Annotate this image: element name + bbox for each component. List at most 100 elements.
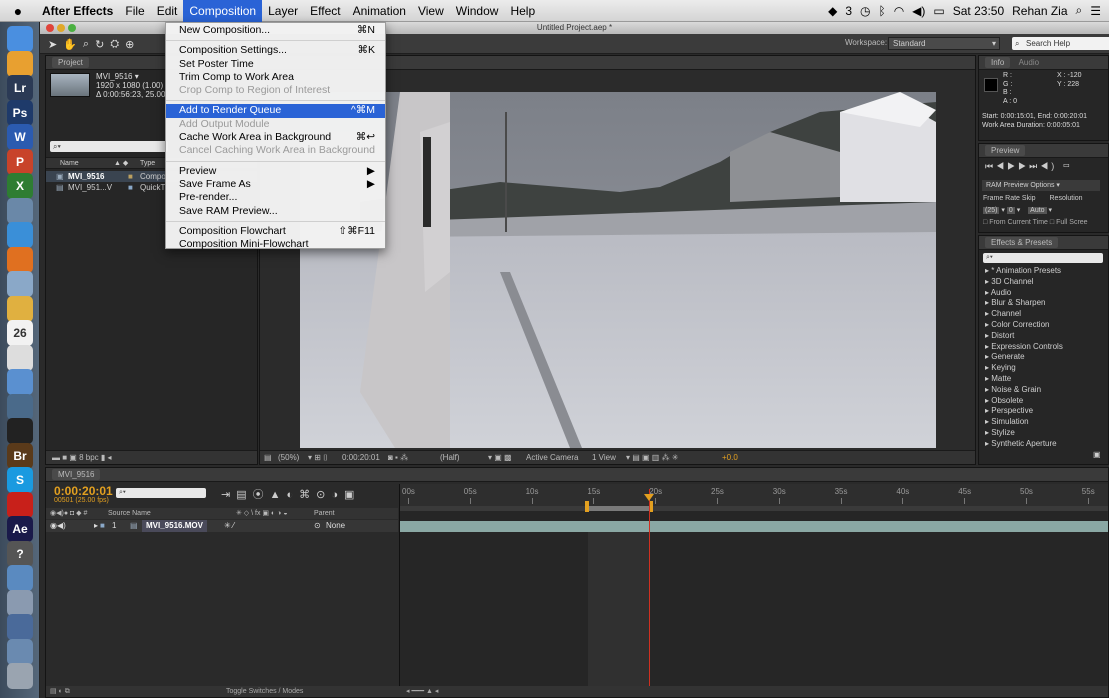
comp-name[interactable]: MVI_9516 ▾ bbox=[96, 72, 165, 81]
battery-icon[interactable]: ▭ bbox=[933, 4, 944, 18]
menu-item-set-poster-time[interactable]: Set Poster Time bbox=[166, 58, 385, 71]
menu-item-preview[interactable]: Preview ▶ bbox=[166, 165, 385, 178]
notes-icon[interactable] bbox=[7, 295, 33, 322]
effects-category[interactable]: ▸ Synthetic Aperture bbox=[979, 439, 1107, 450]
pan-tool-icon[interactable]: ⊕ bbox=[125, 38, 134, 51]
notification-icon[interactable]: ☰ bbox=[1090, 4, 1101, 18]
layer-name[interactable]: MVI_9516.MOV bbox=[142, 520, 207, 532]
photo-icon[interactable] bbox=[7, 50, 33, 77]
camera-select[interactable]: Active Camera bbox=[526, 451, 578, 465]
status-icon[interactable]: ◆ bbox=[828, 4, 837, 18]
finder-icon[interactable] bbox=[7, 26, 33, 52]
bridge-icon[interactable]: Br bbox=[7, 442, 33, 469]
menu-animation[interactable]: Animation bbox=[347, 0, 412, 22]
menu-layer[interactable]: Layer bbox=[262, 0, 304, 22]
parent-select[interactable]: None bbox=[326, 520, 345, 532]
sort-icon[interactable]: ▲ ◆ bbox=[114, 158, 128, 169]
bluetooth-icon[interactable]: ᛒ bbox=[878, 4, 885, 18]
always-preview-icon[interactable]: ▤ bbox=[264, 451, 272, 465]
effects-tab[interactable]: Effects & Presets bbox=[979, 236, 1108, 250]
resolution-select[interactable]: Auto bbox=[1028, 207, 1047, 214]
effects-category[interactable]: ▸ * Animation Presets bbox=[979, 266, 1107, 277]
effects-category[interactable]: ▸ Audio bbox=[979, 288, 1107, 299]
grid-icon[interactable]: ▾ ⊞ ⌷ bbox=[308, 451, 328, 465]
column-type[interactable]: Type bbox=[140, 158, 155, 169]
hand-tool-icon[interactable]: ✋ bbox=[63, 38, 77, 51]
zoom-tool-icon[interactable]: ⌕ bbox=[83, 38, 89, 51]
layer-duration-bar[interactable] bbox=[400, 521, 1108, 532]
playback-controls[interactable]: ⏮◀▶▶⏭◀) ▭ bbox=[985, 161, 1073, 172]
menu-edit[interactable]: Edit bbox=[151, 0, 184, 22]
column-parent[interactable]: Parent bbox=[314, 508, 335, 519]
trash-icon[interactable]: ▮ ◂ bbox=[101, 453, 112, 462]
timeline-tracks[interactable]: 00s 05s 10s 15s 20s 25s 30s 35s 40s 45s 50s 55s bbox=[399, 484, 1108, 696]
effects-category[interactable]: ▸ Stylize bbox=[979, 428, 1107, 439]
menu-item-save-ram-preview[interactable]: Save RAM Preview... bbox=[166, 205, 385, 218]
effects-category[interactable]: ▸ Perspective bbox=[979, 406, 1107, 417]
layer-switch-icons[interactable]: ✳ ◇ \ fx ▣ ◐ ◑ ◒ bbox=[236, 508, 288, 519]
video-frame[interactable] bbox=[300, 92, 936, 448]
exposure-value[interactable]: +0.0 bbox=[722, 451, 738, 465]
work-area-bar[interactable] bbox=[588, 506, 650, 511]
rotate-tool-icon[interactable]: ↻ bbox=[95, 38, 104, 51]
tab-info[interactable]: Info bbox=[985, 57, 1011, 68]
apps-icon[interactable] bbox=[7, 614, 33, 640]
frame-rate-select[interactable]: (25) bbox=[983, 207, 1000, 214]
menu-view[interactable]: View bbox=[412, 0, 450, 22]
excel-icon[interactable]: X bbox=[7, 173, 33, 199]
minimize-window-icon[interactable] bbox=[57, 24, 65, 32]
effects-category[interactable]: ▸ Distort bbox=[979, 331, 1107, 342]
preview-tab[interactable]: Preview bbox=[979, 144, 1108, 158]
mail-icon[interactable] bbox=[7, 271, 33, 297]
playhead-handle[interactable] bbox=[644, 494, 654, 501]
apple-icon[interactable]: ● bbox=[0, 3, 36, 19]
word-icon[interactable]: W bbox=[7, 124, 33, 150]
visibility-icon[interactable]: ◉◀) bbox=[50, 520, 66, 532]
effects-category[interactable]: ▸ Expression Controls bbox=[979, 342, 1107, 353]
selection-tool-icon[interactable]: ➤ bbox=[48, 38, 57, 51]
documents-icon[interactable] bbox=[7, 589, 33, 616]
av-switch-icons[interactable]: ◉◀)● ◘ ◆ # bbox=[50, 508, 87, 519]
zoom-slider[interactable]: ◂ ━━━ ▲ ◂ bbox=[406, 686, 438, 697]
project-search-input[interactable]: ⌕▾ bbox=[50, 141, 168, 152]
trash-icon[interactable] bbox=[7, 663, 33, 689]
full-screen-checkbox[interactable]: □ Full Scree bbox=[1050, 219, 1088, 226]
app-menu[interactable]: After Effects bbox=[36, 0, 119, 22]
image-capture-icon[interactable] bbox=[7, 393, 33, 420]
zoom-window-icon[interactable] bbox=[68, 24, 76, 32]
menu-composition[interactable]: Composition bbox=[183, 0, 263, 22]
finder2-icon[interactable] bbox=[7, 369, 33, 395]
timeline-timecode[interactable]: 0:00:20:01 bbox=[54, 484, 113, 498]
volume-icon[interactable]: ◀) bbox=[912, 4, 925, 18]
downloads-icon[interactable] bbox=[7, 565, 33, 591]
effects-category[interactable]: ▸ Matte bbox=[979, 374, 1107, 385]
menu-window[interactable]: Window bbox=[450, 0, 505, 22]
clock[interactable]: Sat 23:50 bbox=[953, 4, 1004, 18]
calendar-icon[interactable]: 26 bbox=[7, 320, 33, 346]
skype-icon[interactable]: S bbox=[7, 467, 33, 493]
help-icon[interactable]: ? bbox=[7, 540, 33, 567]
aftereffects-icon[interactable]: Ae bbox=[7, 516, 33, 542]
close-window-icon[interactable] bbox=[46, 24, 54, 32]
firefox-icon[interactable] bbox=[7, 246, 33, 273]
effects-category[interactable]: ▸ Noise & Grain bbox=[979, 385, 1107, 396]
menu-effect[interactable]: Effect bbox=[304, 0, 346, 22]
layout-icons[interactable]: ▾ ▤ ▣ ▥ ⁂ ✳ bbox=[626, 451, 679, 465]
menu-file[interactable]: File bbox=[119, 0, 150, 22]
viewer-timecode[interactable]: 0:00:20:01 bbox=[342, 451, 380, 465]
from-current-checkbox[interactable]: □ From Current Time bbox=[983, 219, 1048, 226]
timeline-switches[interactable]: ⇥▤⦿▲◐⌘⊙◑▣ bbox=[221, 486, 360, 502]
menu-item-save-frame-as[interactable]: Save Frame As ▶ bbox=[166, 178, 385, 191]
ram-preview-options[interactable]: RAM Preview Options ▾ bbox=[982, 180, 1100, 191]
resolution-select[interactable]: (Half) bbox=[440, 451, 460, 465]
effects-category[interactable]: ▸ Color Correction bbox=[979, 320, 1107, 331]
views-select[interactable]: 1 View bbox=[592, 451, 616, 465]
timeline-footer-icons[interactable]: ▤ ◐ ⧉ bbox=[50, 686, 70, 697]
spotlight-icon[interactable]: ⌕ bbox=[1076, 3, 1083, 18]
quality-switch[interactable]: ✳ ⁄ bbox=[224, 520, 234, 532]
snapshot-icon[interactable]: ◙ ▪ ⁂ bbox=[388, 451, 408, 465]
safari-icon[interactable] bbox=[7, 222, 33, 248]
photoshop-icon[interactable]: Ps bbox=[7, 99, 33, 126]
wifi-icon[interactable]: ◠ bbox=[894, 4, 904, 18]
zoom-select[interactable]: (50%) bbox=[278, 451, 299, 465]
